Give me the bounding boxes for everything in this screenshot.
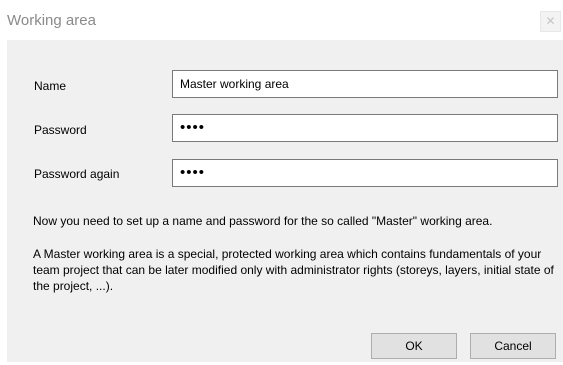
password-again-label: Password again (34, 167, 120, 181)
name-field[interactable]: Master working area (172, 70, 558, 98)
info-text-primary: Now you need to set up a name and passwo… (33, 214, 493, 228)
dialog-body: Name Master working area Password •••• P… (7, 40, 563, 362)
info-text-secondary: A Master working area is a special, prot… (33, 247, 554, 293)
cancel-button[interactable]: Cancel (470, 333, 556, 359)
close-icon: ✕ (545, 14, 556, 28)
name-label: Name (34, 79, 67, 93)
title-bar: Working area ✕ (0, 0, 563, 40)
window-title: Working area (7, 12, 96, 29)
close-button[interactable]: ✕ (540, 11, 561, 32)
ok-button[interactable]: OK (371, 333, 457, 359)
password-again-field[interactable]: •••• (172, 159, 558, 187)
password-label: Password (34, 123, 87, 137)
password-field[interactable]: •••• (172, 114, 558, 142)
